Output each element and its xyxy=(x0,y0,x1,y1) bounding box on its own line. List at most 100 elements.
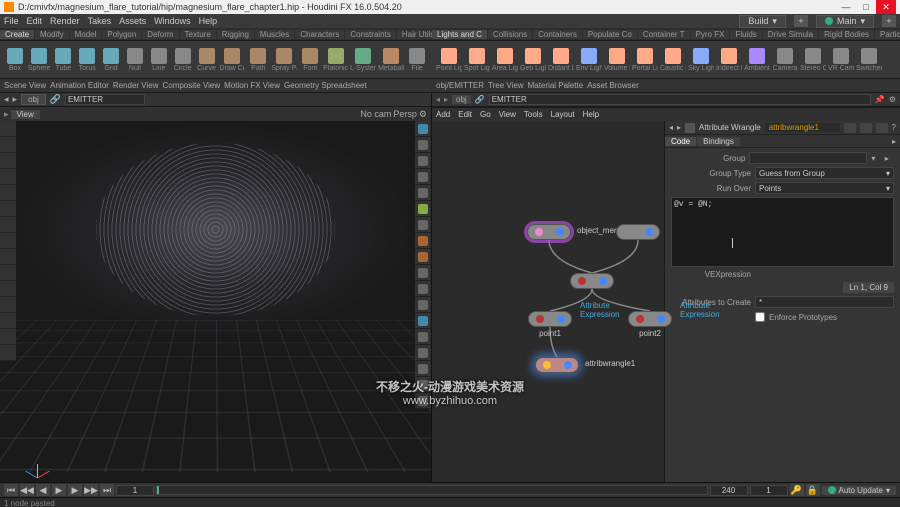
display-normals[interactable] xyxy=(415,137,431,153)
shelf-tool[interactable]: Sphere xyxy=(28,43,51,77)
chain-icon[interactable]: 🔗 xyxy=(50,94,61,105)
path-tab[interactable]: Composite View xyxy=(162,81,220,90)
shelf-tab[interactable]: Collisions xyxy=(488,30,532,39)
shelf-tool[interactable]: Box xyxy=(4,43,26,77)
maximize-button[interactable]: □ xyxy=(856,0,876,14)
shelf-tool[interactable]: Distant Light xyxy=(548,43,574,77)
param-btn[interactable] xyxy=(844,123,856,133)
display-shaded[interactable] xyxy=(415,217,431,233)
shelf-tool[interactable]: Portal Light xyxy=(632,43,658,77)
shelf-tool[interactable]: VR Camera xyxy=(828,43,854,77)
attrs-field[interactable] xyxy=(755,296,894,308)
shelf-tab[interactable]: Populate Co xyxy=(583,30,637,39)
flipbook-tool[interactable] xyxy=(0,313,16,329)
param-tab-bindings[interactable]: Bindings xyxy=(697,137,740,146)
shelf-tool[interactable]: Circle xyxy=(172,43,194,77)
display-ghost[interactable] xyxy=(415,249,431,265)
shelf-tool[interactable]: Env Light xyxy=(576,43,602,77)
display-opts[interactable] xyxy=(415,393,431,409)
node-point1[interactable]: Attribute Expression point1 xyxy=(528,311,572,338)
param-btn[interactable] xyxy=(876,123,888,133)
net-menu-go[interactable]: Go xyxy=(480,110,491,119)
shelf-tab[interactable]: Polygon xyxy=(102,30,141,39)
snap-tool-3[interactable] xyxy=(0,249,16,265)
menu-render[interactable]: Render xyxy=(50,16,80,26)
menu-edit[interactable]: Edit xyxy=(27,16,43,26)
shelf-tab[interactable]: Container T xyxy=(638,30,690,39)
shelf-tool[interactable]: Geo Light xyxy=(520,43,546,77)
shelf-tool[interactable]: Spray Paint xyxy=(271,43,297,77)
shelf-tab[interactable]: Constraints xyxy=(345,30,395,39)
net-tab[interactable]: obj/EMITTER xyxy=(436,81,484,90)
menu-help[interactable]: Help xyxy=(199,16,218,26)
arrow-left-icon[interactable]: ◂ xyxy=(4,94,9,105)
nav-fwd-icon[interactable]: ▸ xyxy=(444,95,448,104)
display-hidden[interactable] xyxy=(415,265,431,281)
arrow-right-icon[interactable]: ▸ xyxy=(13,94,18,105)
step-back-button[interactable]: ◀ xyxy=(36,484,50,496)
shelf-tab[interactable]: Containers xyxy=(533,30,582,39)
shelf-tab[interactable]: Characters xyxy=(295,30,344,39)
node-null1[interactable] xyxy=(616,224,660,240)
auto-update-toggle[interactable]: Auto Update ▾ xyxy=(822,486,897,495)
frame-end-field[interactable]: 240 xyxy=(710,485,748,496)
arrow-right-icon[interactable]: ▸ xyxy=(677,123,681,132)
node-point2[interactable]: Attribute Expression point2 xyxy=(628,311,672,338)
path-tab[interactable]: Render View xyxy=(113,81,159,90)
display-grid[interactable] xyxy=(415,329,431,345)
display-pointnums[interactable] xyxy=(415,153,431,169)
shelf-tool[interactable]: Grid xyxy=(100,43,122,77)
scale-tool[interactable] xyxy=(0,169,16,185)
node-attribwrangle1[interactable] xyxy=(535,357,579,373)
shelf-tool[interactable]: Platonic xyxy=(323,43,348,77)
breadcrumb-obj[interactable]: obj xyxy=(452,95,471,104)
display-hull[interactable] xyxy=(415,201,431,217)
key-button[interactable]: 🔑 xyxy=(790,484,804,496)
param-tab-code[interactable]: Code xyxy=(665,137,696,146)
param-btn[interactable] xyxy=(860,123,872,133)
shelf-tab[interactable]: Deform xyxy=(142,30,178,39)
frame-start-field[interactable]: 1 xyxy=(116,485,154,496)
display-templated[interactable] xyxy=(415,281,431,297)
persp-label[interactable]: Persp xyxy=(393,109,417,119)
display-points[interactable] xyxy=(415,121,431,137)
net-menu-tools[interactable]: Tools xyxy=(524,110,543,119)
shelf-tab[interactable]: Lights and C xyxy=(432,30,487,39)
shelf-tab[interactable]: Model xyxy=(70,30,102,39)
path-tab[interactable]: Motion FX View xyxy=(224,81,280,90)
runover-select[interactable]: Points▾ xyxy=(755,182,894,194)
node-name-field[interactable]: attribwrangle1 xyxy=(765,123,840,132)
gear-icon[interactable]: ⚙ xyxy=(419,109,427,120)
node-xform1[interactable] xyxy=(570,273,614,289)
display-wire[interactable] xyxy=(415,233,431,249)
path-tab[interactable]: Scene View xyxy=(4,81,46,90)
display-backface[interactable] xyxy=(415,345,431,361)
frame-current-field[interactable]: 1 xyxy=(750,485,788,496)
net-menu-add[interactable]: Add xyxy=(436,110,450,119)
shelf-tool[interactable]: Caustic Light xyxy=(660,43,686,77)
shelf-tool[interactable]: Metaball xyxy=(378,43,404,77)
play-fwd-button[interactable]: ▶▶ xyxy=(84,484,98,496)
path-tab[interactable]: Geometry Spreadsheet xyxy=(284,81,367,90)
shelf-tool[interactable]: Point Light xyxy=(436,43,462,77)
shelf-tool[interactable]: Indirect Light xyxy=(716,43,742,77)
take-selector[interactable]: Main ▾ xyxy=(816,15,874,28)
shelf-tool[interactable]: Tube xyxy=(52,43,74,77)
timeline-track[interactable] xyxy=(156,485,708,495)
shelf-tool[interactable]: Ambient xyxy=(744,43,770,77)
shelf-tool[interactable]: Switcher xyxy=(856,43,882,77)
grouptype-select[interactable]: Guess from Group▾ xyxy=(755,167,894,179)
handle-tool[interactable] xyxy=(0,201,16,217)
net-menu-edit[interactable]: Edit xyxy=(458,110,472,119)
menu-file[interactable]: File xyxy=(4,16,19,26)
shelf-tool[interactable]: File xyxy=(406,43,428,77)
shelf-tab[interactable]: Rigid Bodies xyxy=(819,30,874,39)
network-view[interactable]: object_merge1 Attribute Expression point… xyxy=(432,121,664,482)
caret-right-icon[interactable]: ▸ xyxy=(888,137,900,146)
take-add-button[interactable]: + xyxy=(882,15,896,27)
caret-icon[interactable]: ▸ xyxy=(4,109,9,120)
menu-takes[interactable]: Takes xyxy=(88,16,112,26)
render-tool[interactable] xyxy=(0,297,16,313)
enforce-checkbox[interactable] xyxy=(755,311,765,323)
snap-tool[interactable] xyxy=(0,217,16,233)
